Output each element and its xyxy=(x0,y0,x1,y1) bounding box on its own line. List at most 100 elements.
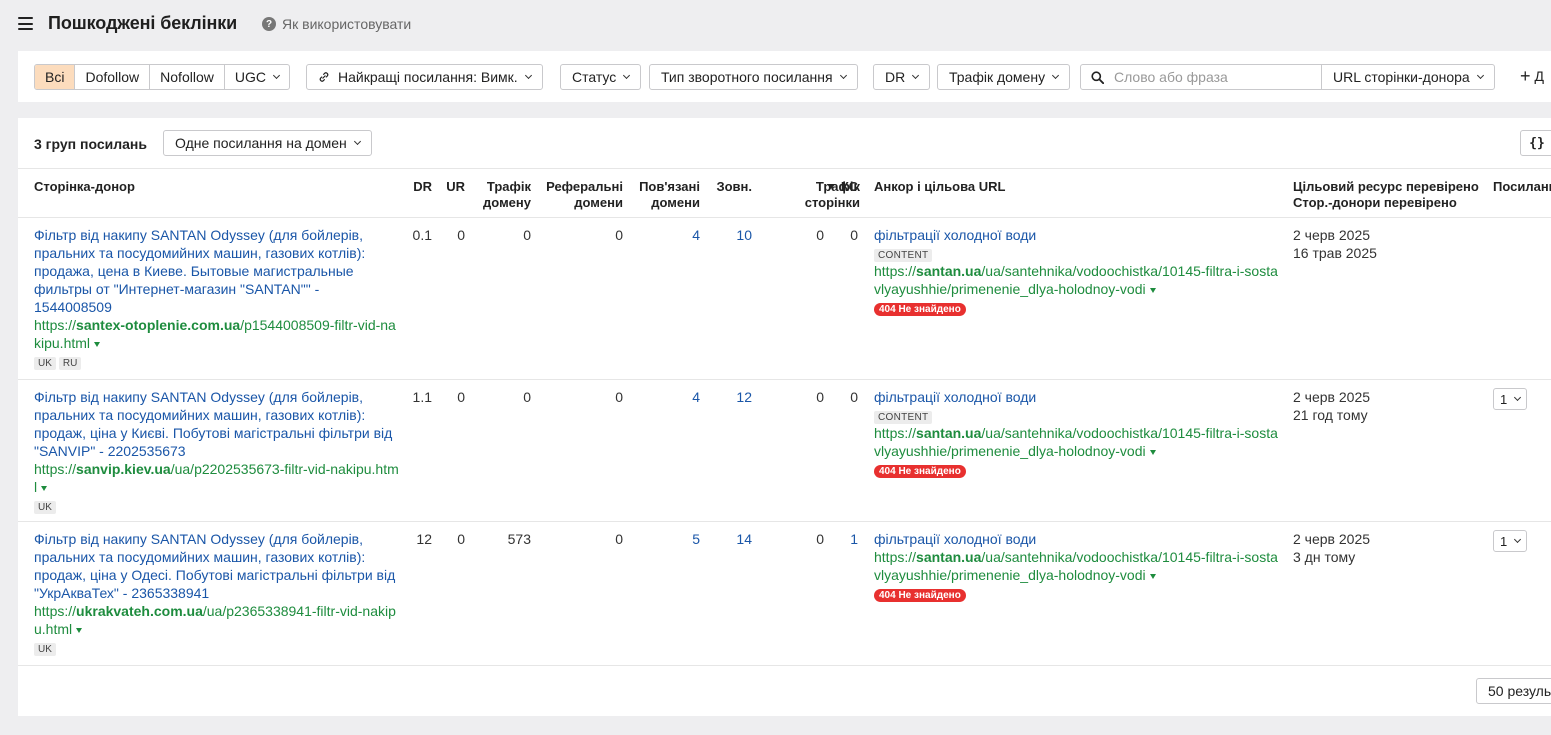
anchor-link[interactable]: фільтрації холодної води xyxy=(874,227,1036,243)
col-ref-domains[interactable]: Реферальні домени xyxy=(538,179,623,211)
ur-value: 0 xyxy=(457,389,465,405)
json-export-button[interactable]: {} xyxy=(1520,130,1551,156)
url-domain: santan.ua xyxy=(916,425,982,441)
caret-down-icon[interactable] xyxy=(1149,288,1156,293)
link-icon xyxy=(319,72,329,82)
best-links-label: Найкращі посилання: Вимк. xyxy=(338,69,518,85)
link-type-ugc[interactable]: UGC xyxy=(225,65,289,89)
donor-title-link[interactable]: Фільтр від накипу SANTAN Odyssey (для бо… xyxy=(34,530,400,602)
donor-cell: Фільтр від накипу SANTAN Odyssey (для бо… xyxy=(34,388,400,514)
content-tag: CONTENT xyxy=(874,249,933,262)
status-badge: 404 Не знайдено xyxy=(874,465,966,478)
status-label: Статус xyxy=(572,69,617,85)
groups-count: 3 груп посилань xyxy=(34,136,147,152)
col-checked[interactable]: Цільовий ресурс перевірено Стор.-донори … xyxy=(1293,179,1493,211)
ref-domains-value: 0 xyxy=(615,389,623,405)
link-type-dofollow[interactable]: Dofollow xyxy=(75,65,151,89)
domain-traffic-value: 0 xyxy=(523,389,531,405)
col-links[interactable]: Посилань xyxy=(1493,179,1551,195)
chevron-down-icon xyxy=(353,137,361,145)
dr-value: 12 xyxy=(416,531,432,547)
external-links-link[interactable]: 10 xyxy=(708,226,752,244)
page-traffic-value: 0 xyxy=(816,227,824,243)
per-page-label: 50 резуль xyxy=(1488,683,1551,699)
ks-link[interactable]: 1 xyxy=(834,530,858,548)
linked-domains-link[interactable]: 4 xyxy=(630,388,700,406)
anchor-link[interactable]: фільтрації холодної води xyxy=(874,389,1036,405)
content-tag: CONTENT xyxy=(874,411,933,424)
table-row: Фільтр від накипу SANTAN Odyssey (для бо… xyxy=(18,380,1551,522)
caret-down-icon[interactable] xyxy=(76,628,83,633)
domain-traffic-label: Трафік домену xyxy=(949,69,1046,85)
results-panel: 3 груп посилань Одне посилання на домен … xyxy=(18,118,1551,716)
plus-icon: + xyxy=(1520,66,1531,86)
caret-down-icon[interactable] xyxy=(1149,450,1156,455)
target-url-link[interactable]: https://santan.ua/ua/santehnika/vodoochi… xyxy=(874,548,1278,584)
anchor-link[interactable]: фільтрації холодної води xyxy=(874,531,1036,547)
col-anchor[interactable]: Анкор і цільова URL xyxy=(874,179,1005,195)
search-input[interactable] xyxy=(1112,68,1316,86)
linked-domains-link[interactable]: 5 xyxy=(630,530,700,548)
donor-url-link[interactable]: https://sanvip.kiev.ua/ua/p2202535673-fi… xyxy=(34,460,400,496)
chevron-down-icon xyxy=(524,71,532,79)
col-ks[interactable]: КС xyxy=(834,179,858,195)
external-links-link[interactable]: 14 xyxy=(708,530,752,548)
best-links-filter[interactable]: Найкращі посилання: Вимк. xyxy=(306,64,543,90)
chevron-down-icon xyxy=(623,71,631,79)
dr-value: 1.1 xyxy=(412,389,432,405)
link-type-all[interactable]: Всі xyxy=(35,65,76,89)
status-badge: 404 Не знайдено xyxy=(874,303,966,316)
add-filter-button[interactable]: + Д xyxy=(1520,66,1544,86)
caret-down-icon[interactable] xyxy=(41,486,48,491)
lang-badges: UK RU xyxy=(34,352,400,370)
col-donor[interactable]: Сторінка-донор xyxy=(34,179,135,195)
link-type-ugc-label: UGC xyxy=(234,69,266,85)
domain-traffic-filter[interactable]: Трафік домену xyxy=(937,64,1071,90)
ref-domains-value: 0 xyxy=(615,227,623,243)
links-count-label: 1 xyxy=(1500,391,1508,407)
external-links-link[interactable]: 12 xyxy=(708,388,752,406)
per-page-select[interactable]: 50 резуль xyxy=(1476,678,1551,704)
caret-down-icon[interactable] xyxy=(1149,574,1156,579)
target-url-link[interactable]: https://santan.ua/ua/santehnika/vodoochi… xyxy=(874,424,1278,460)
backlink-type-filter[interactable]: Тип зворотного посилання xyxy=(649,64,858,90)
chevron-down-icon xyxy=(272,71,281,79)
caret-down-icon[interactable] xyxy=(94,342,101,347)
link-type-nofollow[interactable]: Nofollow xyxy=(150,65,225,89)
donor-title-link[interactable]: Фільтр від накипу SANTAN Odyssey (для бо… xyxy=(34,388,400,460)
target-url-link[interactable]: https://santan.ua/ua/santehnika/vodoochi… xyxy=(874,262,1278,298)
url-prefix: https:// xyxy=(34,461,77,477)
help-link[interactable]: ? Як використовувати xyxy=(262,16,411,32)
anchor-cell: фільтрації холодної води CONTENT https:/… xyxy=(874,226,1278,316)
ref-domains-value: 0 xyxy=(615,531,623,547)
url-domain: santan.ua xyxy=(916,549,982,565)
donor-url-link[interactable]: https://ukrakvateh.com.ua/ua/p2365338941… xyxy=(34,602,400,638)
chevron-down-icon xyxy=(912,71,920,79)
top-bar: Пошкоджені беклінки ? Як використовувати xyxy=(0,0,1551,50)
donor-checked-date: 3 дн тому xyxy=(1293,549,1356,565)
chevron-down-icon xyxy=(839,71,847,79)
col-external[interactable]: Зовн. xyxy=(708,179,752,195)
col-ur[interactable]: UR xyxy=(441,179,465,195)
status-filter[interactable]: Статус xyxy=(560,64,642,90)
links-count-label: 1 xyxy=(1500,533,1508,549)
dr-filter[interactable]: DR xyxy=(873,64,931,90)
links-count-select[interactable]: 1 xyxy=(1493,388,1528,410)
domain-traffic-value: 0 xyxy=(523,227,531,243)
donor-url-select[interactable]: URL сторінки-донора xyxy=(1321,64,1495,90)
chevron-down-icon xyxy=(1476,71,1484,79)
grouping-select[interactable]: Одне посилання на домен xyxy=(163,130,372,156)
lang-badges: UK xyxy=(34,496,400,514)
col-linked-domains[interactable]: Пов'язані домени xyxy=(630,179,700,211)
linked-domains-link[interactable]: 4 xyxy=(630,226,700,244)
col-dr[interactable]: DR xyxy=(408,179,432,195)
lang-badge: RU xyxy=(58,357,82,370)
lang-badge: UK xyxy=(34,501,56,514)
donor-url-link[interactable]: https://santex-otoplenie.com.ua/p1544008… xyxy=(34,316,400,352)
links-count-select[interactable]: 1 xyxy=(1493,530,1528,552)
col-domain-traffic[interactable]: Трафік домену xyxy=(473,179,531,211)
url-domain: santan.ua xyxy=(916,263,982,279)
hamburger-menu-icon[interactable] xyxy=(18,17,33,30)
donor-title-link[interactable]: Фільтр від накипу SANTAN Odyssey (для бо… xyxy=(34,226,400,316)
donor-checked-date: 16 трав 2025 xyxy=(1293,245,1377,261)
